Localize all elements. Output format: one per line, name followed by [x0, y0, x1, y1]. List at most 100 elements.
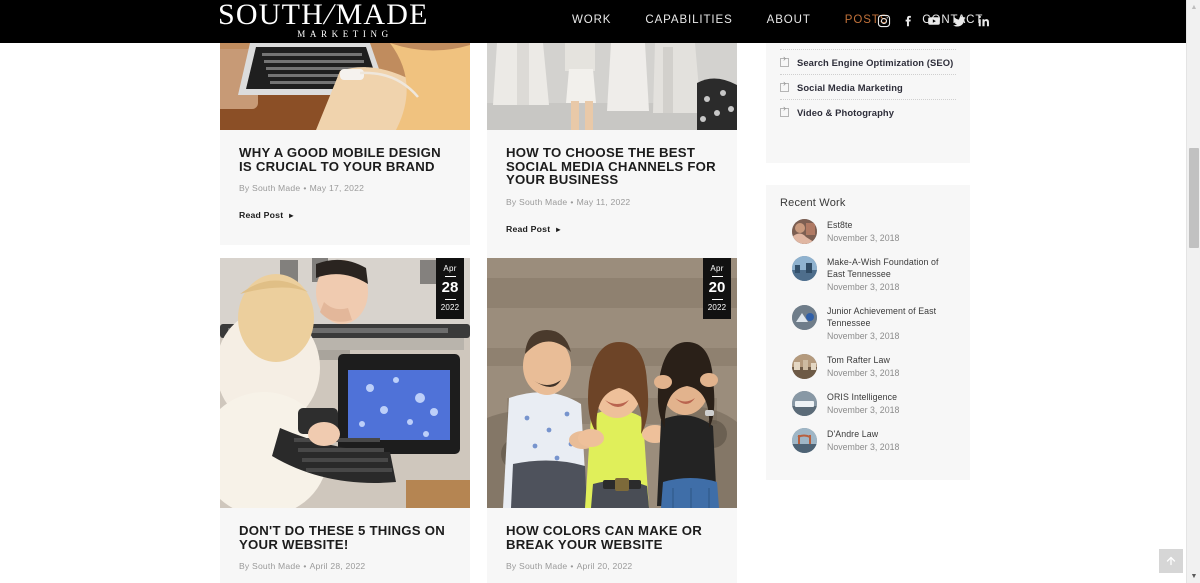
meta-separator: • — [570, 561, 574, 572]
read-post-link[interactable]: Read Post ▸ — [506, 224, 561, 234]
badge-month: Apr — [443, 264, 457, 273]
recent-work-date: November 3, 2018 — [827, 331, 900, 341]
linkedin-icon[interactable] — [976, 13, 992, 29]
recent-work-heading: Recent Work — [780, 197, 846, 209]
facebook-icon[interactable] — [901, 13, 917, 29]
post-author: By South Made — [239, 561, 301, 572]
back-to-top-button[interactable] — [1159, 549, 1183, 573]
recent-work-name: D'Andre Law — [827, 429, 879, 439]
scroll-up-arrow-icon[interactable]: ▲ — [1187, 0, 1200, 14]
meta-separator: • — [303, 183, 307, 194]
post-title[interactable]: HOW COLORS CAN MAKE OR BREAK YOUR WEBSIT… — [506, 524, 718, 551]
badge-rule-top — [444, 276, 456, 277]
post-title[interactable]: DON'T DO THESE 5 THINGS ON YOUR WEBSITE! — [239, 524, 451, 551]
recent-work-item[interactable]: Make-A-Wish Foundation of East Tennessee… — [780, 255, 956, 294]
post-body: HOW COLORS CAN MAKE OR BREAK YOUR WEBSIT… — [487, 508, 737, 583]
post-card[interactable]: HOW TO CHOOSE THE BEST SOCIAL MEDIA CHAN… — [487, 43, 737, 259]
recent-work-name: Tom Rafter Law — [827, 355, 890, 365]
badge-rule-top — [711, 276, 723, 277]
twitter-icon[interactable] — [951, 13, 967, 29]
post-image-group-white — [487, 43, 737, 130]
post-meta: By South Made • May 17, 2022 — [239, 183, 451, 193]
post-title[interactable]: HOW TO CHOOSE THE BEST SOCIAL MEDIA CHAN… — [506, 146, 718, 187]
recent-work-text: Junior Achievement of East Tennessee Nov… — [827, 304, 956, 343]
avatar — [792, 428, 817, 453]
scrollbar-thumb[interactable] — [1189, 148, 1199, 248]
post-author: By South Made — [239, 183, 301, 194]
chevron-right-icon — [780, 104, 789, 117]
recent-work-name: Make-A-Wish Foundation of East Tennessee — [827, 257, 939, 279]
post-image-desk-workspace — [220, 258, 470, 508]
vertical-scrollbar[interactable]: ▲ ▼ — [1186, 0, 1200, 583]
nav-item-capabilities[interactable]: CAPABILITIES — [628, 14, 749, 26]
post-thumbnail[interactable] — [487, 43, 737, 130]
post-card[interactable]: Apr 28 2022 DON'T DO THESE 5 THINGS ON Y… — [220, 258, 470, 583]
recent-work-text: Est8te November 3, 2018 — [827, 218, 899, 245]
badge-day: 20 — [708, 279, 726, 296]
arrow-right-icon: ▸ — [289, 211, 294, 221]
instagram-icon[interactable] — [876, 13, 892, 29]
logo-text-left: SOUTH — [218, 0, 325, 31]
chevron-right-icon — [780, 79, 789, 92]
recent-work-text: Make-A-Wish Foundation of East Tennessee… — [827, 255, 956, 294]
recent-work-item[interactable]: ORIS Intelligence November 3, 2018 — [780, 390, 956, 417]
youtube-icon[interactable] — [926, 13, 942, 29]
category-label: Search Engine Optimization (SEO) — [797, 56, 954, 68]
recent-work-item[interactable]: Est8te November 3, 2018 — [780, 218, 956, 245]
post-thumbnail[interactable]: Apr 28 2022 — [220, 258, 470, 508]
badge-rule-bottom — [444, 299, 456, 300]
post-date: May 17, 2022 — [309, 183, 365, 194]
avatar — [792, 219, 817, 244]
site-logo[interactable]: SOUTH/MADE MARKETING — [218, 0, 428, 44]
sidebar-item-social-media-marketing[interactable]: Social Media Marketing — [780, 75, 956, 100]
post-title[interactable]: WHY A GOOD MOBILE DESIGN IS CRUCIAL TO Y… — [239, 146, 451, 173]
site-header: SOUTH/MADE MARKETING WORK CAPABILITIES A… — [0, 0, 1186, 43]
nav-item-about[interactable]: ABOUT — [750, 14, 828, 26]
post-thumbnail[interactable] — [220, 43, 470, 130]
post-card[interactable]: Apr 20 2022 HOW COLORS CAN MAKE OR BREAK… — [487, 258, 737, 583]
post-date: April 28, 2022 — [309, 561, 366, 572]
post-date: April 20, 2022 — [576, 561, 633, 572]
badge-month: Apr — [710, 264, 724, 273]
post-date-badge: Apr 20 2022 — [703, 258, 731, 319]
social-links — [876, 13, 992, 29]
recent-work-item[interactable]: Junior Achievement of East Tennessee Nov… — [780, 304, 956, 343]
post-author: By South Made — [506, 561, 568, 572]
logo-wordmark: SOUTH/MADE — [218, 0, 428, 31]
read-post-label: Read Post — [239, 210, 284, 221]
recent-work-date: November 3, 2018 — [827, 233, 900, 243]
post-card[interactable]: WHY A GOOD MOBILE DESIGN IS CRUCIAL TO Y… — [220, 43, 470, 246]
sidebar-item-video-photography[interactable]: Video & Photography — [780, 100, 956, 125]
avatar — [792, 354, 817, 379]
read-post-link[interactable]: Read Post ▸ — [239, 210, 294, 220]
post-author: By South Made — [506, 196, 568, 207]
recent-work-name: Est8te — [827, 220, 853, 230]
post-body: DON'T DO THESE 5 THINGS ON YOUR WEBSITE!… — [220, 508, 470, 583]
post-image-team-portrait — [487, 258, 737, 508]
badge-rule-bottom — [711, 299, 723, 300]
post-body: WHY A GOOD MOBILE DESIGN IS CRUCIAL TO Y… — [220, 130, 470, 245]
category-label: Video & Photography — [797, 107, 895, 118]
recent-work-date: November 3, 2018 — [827, 442, 900, 452]
arrow-up-icon — [1166, 556, 1176, 566]
badge-day: 28 — [441, 279, 459, 296]
badge-year: 2022 — [707, 303, 727, 312]
post-date: May 11, 2022 — [576, 196, 631, 207]
post-body: HOW TO CHOOSE THE BEST SOCIAL MEDIA CHAN… — [487, 130, 737, 259]
recent-work-item[interactable]: Tom Rafter Law November 3, 2018 — [780, 353, 956, 380]
post-meta: By South Made • May 11, 2022 — [506, 197, 718, 207]
scroll-down-arrow-icon[interactable]: ▼ — [1187, 569, 1200, 583]
recent-work-name: ORIS Intelligence — [827, 392, 898, 402]
recent-work-panel: Recent Work Est8te November 3, 2018 Make… — [766, 185, 970, 480]
post-thumbnail[interactable]: Apr 20 2022 — [487, 258, 737, 508]
badge-year: 2022 — [440, 303, 460, 312]
nav-item-work[interactable]: WORK — [555, 14, 628, 26]
recent-work-text: Tom Rafter Law November 3, 2018 — [827, 353, 899, 380]
avatar — [792, 256, 817, 281]
recent-work-item[interactable]: D'Andre Law November 3, 2018 — [780, 427, 956, 454]
meta-separator: • — [303, 561, 307, 572]
chevron-right-icon — [780, 54, 789, 67]
sidebar-item-seo[interactable]: Search Engine Optimization (SEO) — [780, 50, 956, 75]
read-post-label: Read Post — [506, 223, 551, 234]
recent-work-text: D'Andre Law November 3, 2018 — [827, 427, 899, 454]
